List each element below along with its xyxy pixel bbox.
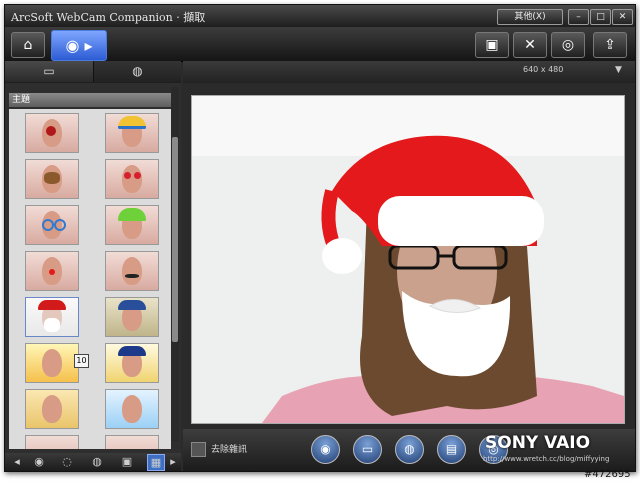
- webcam-settings-icon: ◎: [561, 37, 575, 53]
- frames-icon: ▭: [43, 64, 55, 78]
- effect-thumbnail-frame-photo[interactable]: [105, 297, 159, 337]
- effect-thumbnail-partial-1[interactable]: [25, 435, 79, 449]
- close-button[interactable]: ✕: [612, 9, 633, 25]
- effect-thumbnail-partial-2[interactable]: [105, 435, 159, 449]
- watermark-url: http://www.wretch.cc/blog/miffyying: [483, 455, 610, 463]
- capture-photo-button[interactable]: ◉: [311, 435, 340, 464]
- effect-thumbnail-kid[interactable]: [25, 389, 79, 429]
- effect-thumbnail-heart-eyes[interactable]: [105, 159, 159, 199]
- effect-thumbnail-santa[interactable]: [25, 297, 79, 337]
- window-title: ArcSoft WebCam Companion · 擷取: [11, 11, 206, 24]
- capture-mode-button[interactable]: ◉ ▸: [51, 30, 107, 61]
- theme-effect-icon[interactable]: ▦: [147, 454, 165, 471]
- display-button[interactable]: ▣: [475, 32, 509, 58]
- home-button[interactable]: ⌂: [11, 32, 45, 58]
- export-button[interactable]: ⇪: [593, 32, 627, 58]
- stock-id: #472695: [584, 469, 631, 480]
- face-effect-icon[interactable]: ◉: [31, 454, 47, 469]
- effect-thumbnail-bear[interactable]: [25, 159, 79, 199]
- effect-camera-icon: ◍: [404, 442, 415, 456]
- effect-thumbnail-glasses[interactable]: [25, 205, 79, 245]
- webcam-icon: ◉ ▸: [65, 36, 93, 55]
- camera-settings-button[interactable]: ◎: [551, 32, 585, 58]
- monitor-icon: ▣: [485, 37, 499, 53]
- record-video-button[interactable]: ▤: [437, 435, 466, 464]
- tab-frames[interactable]: ▭: [5, 61, 94, 82]
- section-title: 主題: [9, 93, 173, 107]
- main-toolbar: ⌂ ◉ ▸ ▣ ✕ ◎ ⇪: [5, 27, 635, 62]
- resolution-bar: 640 x 480 ▼: [183, 61, 635, 83]
- sidebar-scrollbar[interactable]: [171, 87, 179, 441]
- resolution-dropdown-icon[interactable]: ▼: [615, 65, 622, 75]
- video-camera-icon: ▤: [445, 442, 458, 456]
- resolution-label: 640 x 480: [523, 65, 564, 74]
- effect-thumbnail-green-helmet[interactable]: [105, 205, 159, 245]
- tools-button[interactable]: ✕: [513, 32, 547, 58]
- capture-controls: 去除雜訊 ◉ ▭ ◍ ▤ ◎ SONY VAIO http://www.wret…: [183, 429, 635, 471]
- sidebar-tabs: ▭ ◍: [5, 61, 181, 83]
- photo-stack-icon: ▭: [361, 442, 374, 456]
- effect-grid: [9, 109, 171, 449]
- snapshot-stack-button[interactable]: ▭: [353, 435, 382, 464]
- scroll-right-icon[interactable]: ▸: [165, 454, 181, 469]
- scrollbar-thumb[interactable]: [172, 137, 178, 342]
- effect-capture-button[interactable]: ◍: [395, 435, 424, 464]
- minimize-button[interactable]: –: [568, 9, 589, 25]
- effect-thumbnail-clown-nose[interactable]: [25, 251, 79, 291]
- webcam-preview[interactable]: [191, 95, 625, 424]
- effect-thumbnail-pirate[interactable]: [25, 113, 79, 153]
- sidebar-bottom-bar: ◂ ◉ ◌ ◍ ▣ ▦ ▸: [5, 453, 181, 471]
- camera-icon: ◉: [320, 442, 331, 456]
- other-button[interactable]: 其他(X): [497, 9, 563, 25]
- webcam-preview-image: [192, 96, 624, 423]
- maximize-button[interactable]: □: [590, 9, 611, 25]
- noise-reduction-checkbox[interactable]: [191, 442, 206, 457]
- effects-sidebar: ▭ ◍ 主題 10 ◂ ◉ ◌ ◍ ▣ ▦ ▸: [5, 61, 181, 471]
- tools-icon: ✕: [524, 37, 536, 53]
- export-icon: ⇪: [604, 37, 616, 53]
- selected-count-badge: 10: [74, 354, 89, 368]
- effect-thumbnail-helmet[interactable]: [105, 113, 159, 153]
- effects-icon: ◍: [132, 64, 143, 78]
- home-icon: ⌂: [23, 37, 33, 53]
- fun-effect-icon[interactable]: ◍: [89, 454, 105, 469]
- effect-thumbnail-yellow-frame[interactable]: [25, 343, 79, 383]
- mask-effect-icon[interactable]: ◌: [59, 454, 75, 469]
- effect-thumbnail-mustache[interactable]: [105, 251, 159, 291]
- app-window: ArcSoft WebCam Companion · 擷取 其他(X) – □ …: [4, 4, 636, 472]
- title-bar: ArcSoft WebCam Companion · 擷取 其他(X) – □ …: [5, 5, 635, 27]
- scroll-left-icon[interactable]: ◂: [9, 454, 25, 469]
- tab-effects[interactable]: ◍: [94, 61, 181, 82]
- effect-thumbnail-beach[interactable]: [105, 389, 159, 429]
- preview-area: 640 x 480 ▼ 去除雜訊 ◉ ▭ ◍ ▤ ◎ SONY VAIO htt…: [183, 61, 635, 471]
- noise-reduction-label: 去除雜訊: [211, 445, 248, 455]
- frame-effect-icon[interactable]: ▣: [119, 454, 135, 469]
- effect-thumbnail-princess[interactable]: [105, 343, 159, 383]
- watermark-brand: SONY VAIO: [485, 433, 591, 453]
